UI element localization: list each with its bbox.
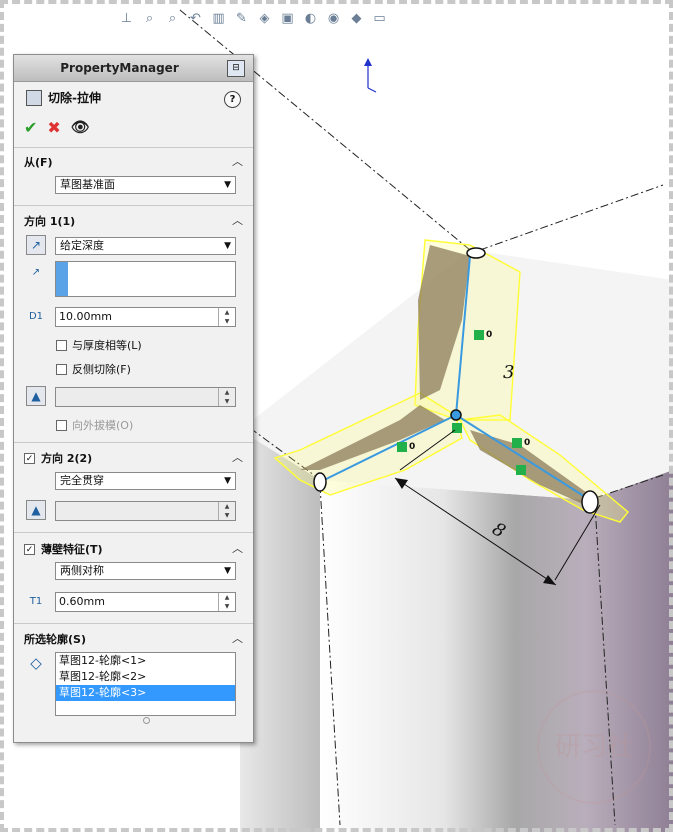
- dynamic-annotation-icon[interactable]: ✎: [233, 10, 250, 27]
- property-manager-panel: PropertyManager ⊟ 切除-拉伸 ? ✔ ✖ 👁 从(F) ︿ 草…: [13, 54, 254, 743]
- hide-show-icon[interactable]: ◐: [302, 10, 319, 27]
- draft-icon[interactable]: ▲: [26, 386, 46, 406]
- dropdown-arrow-icon: ▼: [224, 476, 231, 486]
- from-dropdown[interactable]: 草图基准面 ▼: [55, 176, 236, 194]
- spin-arrows-icon[interactable]: ▲ ▼: [218, 593, 235, 611]
- collapse-chevron-icon[interactable]: ︿: [232, 212, 243, 228]
- ok-button[interactable]: ✔: [24, 118, 37, 137]
- section-thin-feature-header[interactable]: ✓ 薄壁特征(T): [24, 541, 103, 557]
- spin-arrows-icon[interactable]: ▲ ▼: [218, 308, 235, 326]
- draft-icon[interactable]: ▲: [26, 500, 46, 520]
- display-style-icon[interactable]: ▣: [279, 10, 296, 27]
- section-contours-label: 所选轮廓(S): [24, 633, 86, 646]
- section-thin-feature-label: 薄壁特征(T): [41, 543, 103, 556]
- draft-outward-label: 向外拔模(O): [72, 419, 134, 432]
- thin-type-dropdown[interactable]: 两侧对称 ▼: [55, 562, 236, 580]
- from-value: 草图基准面: [60, 178, 115, 191]
- direction2-end-condition-dropdown[interactable]: 完全贯穿 ▼: [55, 472, 236, 490]
- zoom-area-icon[interactable]: ⌕: [164, 10, 181, 27]
- heads-up-view-toolbar: ⊥ ⌕ ⌕ ↶ ▥ ✎ ◈ ▣ ◐ ◉ ◆ ▭: [118, 6, 388, 30]
- direction2-checkbox[interactable]: ✓: [24, 452, 35, 464]
- spin-arrows-icon[interactable]: ▲ ▼: [218, 502, 235, 520]
- direction-vector-selection-box[interactable]: [55, 261, 236, 297]
- flip-side-label: 反侧切除(F): [72, 363, 131, 376]
- thickness-spinbox[interactable]: 0.60mm ▲ ▼: [55, 592, 236, 612]
- section-direction1-label: 方向 1(1): [24, 215, 76, 228]
- detailed-preview-button[interactable]: 👁: [71, 118, 90, 137]
- depth-value: 10.00mm: [59, 310, 112, 323]
- zoom-to-fit-icon[interactable]: ⌕: [141, 10, 158, 27]
- cancel-button[interactable]: ✖: [47, 118, 60, 137]
- section-from-label: 从(F): [24, 156, 53, 169]
- cut-extrude-icon: [26, 89, 42, 106]
- depth-spinbox[interactable]: 10.00mm ▲ ▼: [55, 307, 236, 327]
- section-direction1-header[interactable]: 方向 1(1): [24, 213, 75, 229]
- equal-thickness-label: 与厚度相等(L): [72, 339, 142, 352]
- previous-view-icon[interactable]: ↶: [187, 10, 204, 27]
- view-cube-icon[interactable]: ◈: [256, 10, 273, 27]
- list-item[interactable]: 草图12-轮廓<3>: [56, 685, 235, 701]
- list-item[interactable]: 草图12-轮廓<1>: [56, 653, 235, 669]
- view-orientation-icon[interactable]: ⊥: [118, 10, 135, 27]
- section-from-header[interactable]: 从(F): [24, 154, 53, 170]
- flip-side-checkbox[interactable]: [56, 363, 67, 375]
- panel-header: PropertyManager ⊟: [14, 55, 253, 82]
- section-view-icon[interactable]: ▥: [210, 10, 227, 27]
- feature-name: 切除-拉伸: [48, 91, 101, 105]
- collapse-chevron-icon[interactable]: ︿: [232, 630, 243, 646]
- section-direction2-header[interactable]: ✓ 方向 2(2): [24, 450, 92, 466]
- collapse-chevron-icon[interactable]: ︿: [232, 153, 243, 169]
- dropdown-arrow-icon: ▼: [224, 566, 231, 576]
- relation-label: 0: [409, 442, 416, 452]
- relation-label: 0: [524, 438, 531, 448]
- panel-title: PropertyManager: [60, 61, 179, 75]
- dropdown-arrow-icon: ▼: [224, 180, 231, 190]
- collapse-chevron-icon[interactable]: ︿: [232, 449, 243, 465]
- apply-scene-icon[interactable]: ◆: [348, 10, 365, 27]
- draft-outward-option[interactable]: 向外拔模(O): [56, 417, 133, 433]
- spin-arrows-icon[interactable]: ▲ ▼: [218, 388, 235, 406]
- reverse-direction-icon[interactable]: ↗: [26, 235, 46, 255]
- action-buttons: ✔ ✖ 👁: [24, 118, 90, 137]
- direction1-end-condition-dropdown[interactable]: 给定深度 ▼: [55, 237, 236, 255]
- direction-vector-icon: ↗: [31, 267, 41, 278]
- dropdown-arrow-icon: ▼: [224, 241, 231, 251]
- watermark-seal: 研习社: [537, 690, 651, 804]
- relation-label: 0: [486, 330, 493, 340]
- collapse-chevron-icon[interactable]: ︿: [232, 540, 243, 556]
- direction2-end-condition: 完全贯穿: [60, 474, 104, 487]
- thin-type-value: 两侧对称: [60, 564, 104, 577]
- equal-thickness-option[interactable]: 与厚度相等(L): [56, 337, 142, 353]
- thickness-value: 0.60mm: [59, 595, 105, 608]
- equal-thickness-checkbox[interactable]: [56, 339, 67, 351]
- depth-d1-icon: D1: [28, 311, 44, 322]
- help-button[interactable]: ?: [224, 91, 241, 108]
- thickness-t1-icon: T1: [29, 596, 43, 607]
- section-contours-header[interactable]: 所选轮廓(S): [24, 631, 86, 647]
- view-settings-icon[interactable]: ▭: [371, 10, 388, 27]
- section-direction2-label: 方向 2(2): [41, 452, 93, 465]
- resize-handle[interactable]: [143, 717, 150, 724]
- direction1-end-condition: 给定深度: [60, 239, 104, 252]
- contour-selection-icon: ◇: [30, 654, 42, 672]
- feature-title-row: 切除-拉伸: [26, 89, 101, 106]
- draft-angle-spinbox[interactable]: ▲ ▼: [55, 387, 236, 407]
- direction2-draft-spinbox[interactable]: ▲ ▼: [55, 501, 236, 521]
- list-item[interactable]: 草图12-轮廓<2>: [56, 669, 235, 685]
- flip-side-option[interactable]: 反侧切除(F): [56, 361, 131, 377]
- edit-appearance-icon[interactable]: ◉: [325, 10, 342, 27]
- selected-contours-list[interactable]: 草图12-轮廓<1> 草图12-轮廓<2> 草图12-轮廓<3>: [55, 652, 236, 716]
- dimension-vertical[interactable]: 3: [503, 362, 514, 383]
- thin-feature-checkbox[interactable]: ✓: [24, 543, 35, 555]
- pin-icon[interactable]: ⊟: [227, 60, 245, 77]
- draft-outward-checkbox[interactable]: [56, 419, 67, 431]
